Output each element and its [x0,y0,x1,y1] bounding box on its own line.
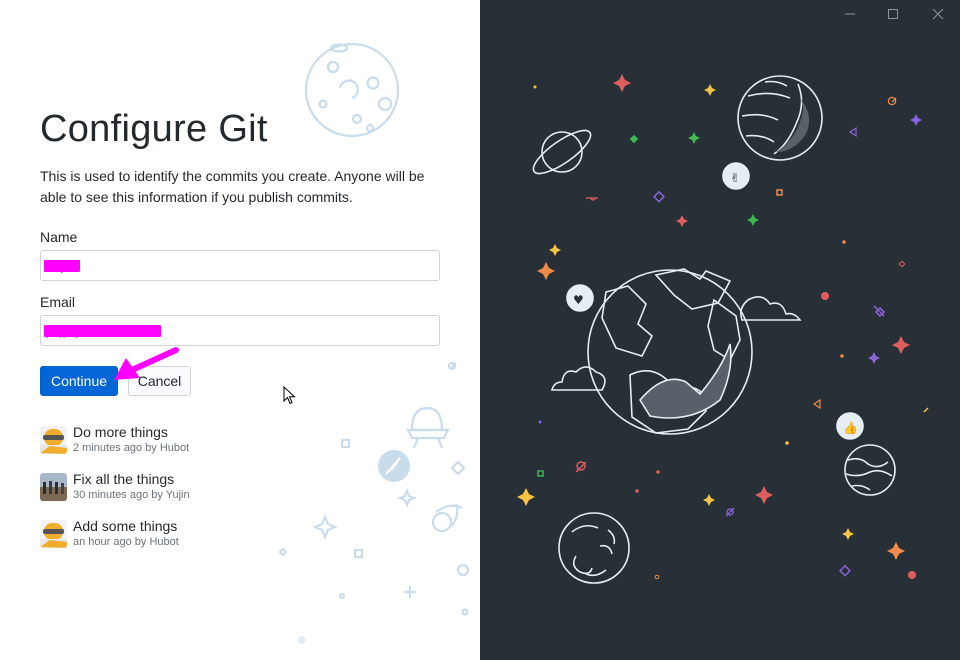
photo-avatar [40,473,67,501]
space-illustration: ✌ ♥ 👍 [517,74,929,584]
name-input[interactable] [40,250,440,281]
swirl-planet-icon [558,512,630,584]
svg-text:♥: ♥ [573,293,584,307]
commit-message: Fix all the things [73,471,175,487]
email-redaction [44,325,161,337]
annotation-arrow-icon [114,347,179,380]
star-decorations [517,74,929,580]
space-illustration-panel: ✌ ♥ 👍 [480,0,960,660]
mouse-cursor-icon [283,386,296,405]
hubot-avatar [40,426,67,454]
commit-meta: 30 minutes ago by Yujin [73,489,190,501]
ringed-planet-icon [532,129,592,175]
svg-text:👍: 👍 [843,421,858,435]
striped-planet-icon [737,75,823,161]
commit-message: Add some things [73,518,178,534]
configure-git-panel: Configure Git This is used to identify t… [0,0,480,660]
commit-meta: 2 minutes ago by Hubot [73,442,190,454]
hubot-avatar [40,520,67,548]
name-redaction [44,260,80,272]
page-description: This is used to identify the commits you… [40,168,425,205]
commit-item: Do more things 2 minutes ago by Hubot [40,424,340,456]
email-label: Email [40,294,76,310]
commit-message: Do more things [73,424,168,440]
commit-item: Fix all the things 30 minutes ago by Yuj… [40,471,340,503]
svg-text:✌: ✌ [730,171,740,185]
banded-planet-icon [844,444,896,496]
name-label: Name [40,229,78,245]
page-title: Configure Git [40,108,268,150]
commit-item: Add some things an hour ago by Hubot [40,518,340,550]
continue-button[interactable]: Continue [40,366,118,396]
commit-meta: an hour ago by Hubot [73,536,179,548]
